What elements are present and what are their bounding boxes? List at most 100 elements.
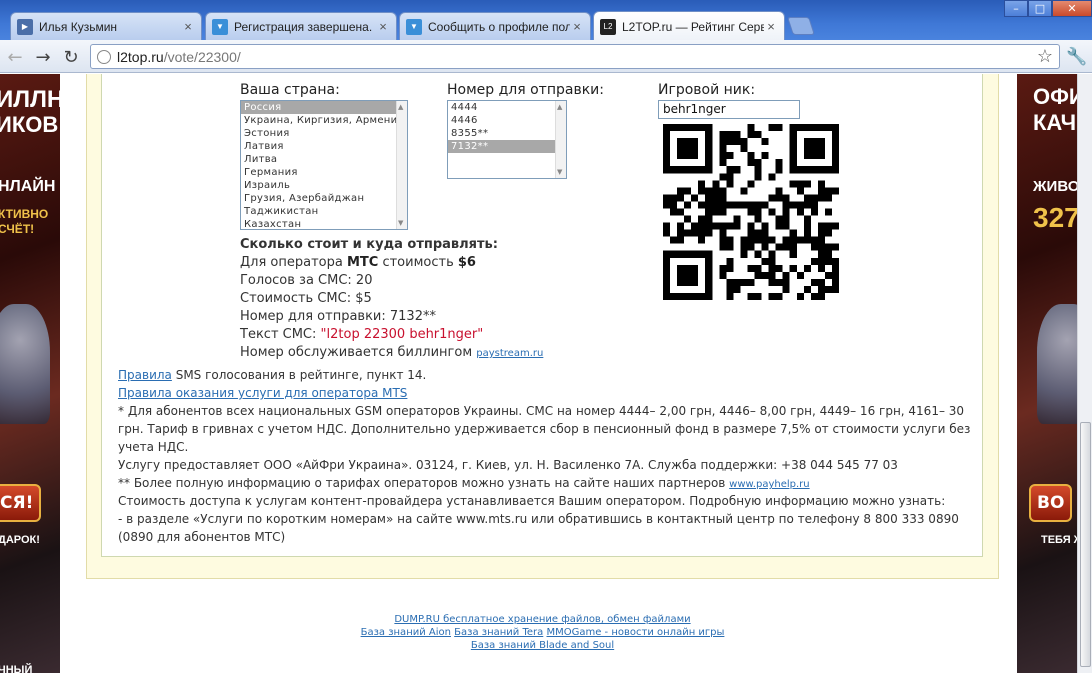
- back-button[interactable]: ←: [4, 46, 26, 68]
- tab-close-icon[interactable]: ×: [764, 19, 778, 34]
- zendesk-favicon-icon: ▼: [212, 18, 228, 35]
- country-option[interactable]: Литва: [241, 153, 407, 166]
- country-listbox[interactable]: Россия Украина, Киргизия, Армения Эстония Л…: [240, 100, 408, 230]
- ad-banner-right[interactable]: ОФИ КАЧ ЖИВО 327 ВО ТЕБЯ Ж: [1017, 74, 1077, 673]
- qr-module: [803, 215, 811, 223]
- forward-button[interactable]: →: [32, 46, 54, 68]
- qr-module: [663, 292, 671, 300]
- tab-vk-profile[interactable]: ▶ Илья Кузьмин ×: [10, 12, 202, 40]
- qr-module: [719, 145, 727, 153]
- wrench-menu-icon[interactable]: 🔧: [1066, 47, 1087, 67]
- banner-text: ИЛЛН: [0, 86, 60, 113]
- listbox-scrollbar[interactable]: ▲ ▼: [555, 101, 566, 178]
- mmogame-link[interactable]: MMOGame - новости онлайн игры: [546, 627, 724, 638]
- qr-module: [796, 124, 804, 132]
- window-maximize-button[interactable]: □: [1028, 0, 1052, 17]
- window-close-button[interactable]: ✕: [1052, 0, 1092, 17]
- globe-icon: [97, 49, 111, 64]
- qr-module: [747, 208, 755, 216]
- qr-module: [677, 250, 685, 258]
- listbox-scrollbar[interactable]: ▲ ▼: [396, 101, 407, 229]
- new-tab-button[interactable]: [787, 17, 815, 35]
- bns-link[interactable]: База знаний Blade and Soul: [471, 640, 614, 651]
- tab-l2top[interactable]: L2 L2TOP.ru — Рейтинг Серверо ×: [593, 11, 785, 41]
- qr-module: [754, 229, 762, 237]
- qr-module: [754, 208, 762, 216]
- mts-note-text: - в разделе «Услуги по коротким номерам»…: [118, 512, 959, 544]
- qr-module: [817, 138, 825, 146]
- number-label: Номер для отправки:: [447, 82, 604, 98]
- ad-banner-left[interactable]: ИЛЛН ИКОВ! НЛАЙН КТИВНО СЧЁТ! СЯ! ДАРОК!…: [0, 74, 60, 673]
- qr-module: [691, 292, 699, 300]
- banner-button[interactable]: СЯ!: [0, 484, 42, 522]
- qr-module: [670, 194, 678, 202]
- paystream-link[interactable]: paystream.ru: [476, 348, 543, 359]
- scroll-up-icon[interactable]: ▲: [557, 103, 562, 111]
- country-option[interactable]: Грузия, Азербайджан: [241, 192, 407, 205]
- scroll-down-icon[interactable]: ▼: [557, 168, 562, 176]
- qr-module: [684, 278, 692, 286]
- qr-module: [754, 292, 762, 300]
- number-option[interactable]: 4446: [448, 114, 566, 127]
- qr-module: [726, 222, 734, 230]
- dump-link[interactable]: DUMP.RU бесплатное хранение файлов, обме…: [394, 614, 690, 625]
- qr-module: [698, 180, 706, 188]
- scroll-down-icon[interactable]: ▼: [398, 219, 403, 227]
- number-option[interactable]: 8355**: [448, 127, 566, 140]
- page-scrollbar[interactable]: [1077, 74, 1092, 673]
- nick-input[interactable]: behr1nger: [658, 100, 800, 119]
- tab-report-profile[interactable]: ▼ Сообщить о профиле пользо ×: [399, 12, 591, 40]
- scroll-up-icon[interactable]: ▲: [398, 103, 403, 111]
- rules-link[interactable]: Правила: [118, 368, 172, 382]
- qr-module: [754, 271, 762, 279]
- qr-module: [684, 152, 692, 160]
- banner-button[interactable]: ВО: [1029, 484, 1073, 522]
- banner-text: КТИВНО: [0, 207, 49, 221]
- country-option[interactable]: Россия: [241, 101, 407, 114]
- tab-close-icon[interactable]: ×: [376, 19, 390, 34]
- tab-close-icon[interactable]: ×: [181, 19, 195, 34]
- country-option[interactable]: Израиль: [241, 179, 407, 192]
- qr-module: [747, 201, 755, 209]
- tera-link[interactable]: База знаний Tera: [454, 627, 543, 638]
- bookmark-star-icon[interactable]: ☆: [1037, 46, 1053, 67]
- country-option[interactable]: Латвия: [241, 140, 407, 153]
- country-option[interactable]: Таджикистан: [241, 205, 407, 218]
- number-option[interactable]: 7132**: [448, 140, 566, 153]
- aion-link[interactable]: База знаний Aion: [361, 627, 451, 638]
- qr-module: [719, 131, 727, 139]
- address-bar[interactable]: l2top.ru/vote/22300/ ☆: [90, 44, 1060, 69]
- cost-heading: Сколько стоит и куда отправлять:: [240, 237, 498, 252]
- country-option[interactable]: Казахстан: [241, 218, 407, 229]
- qr-module: [810, 194, 818, 202]
- country-option[interactable]: Украина, Киргизия, Армения: [241, 114, 407, 127]
- qr-module: [726, 236, 734, 244]
- operator-cost-line: Для оператора МТС стоимость $6: [240, 255, 476, 270]
- qr-module: [761, 138, 769, 146]
- qr-module: [670, 236, 678, 244]
- scrollbar-thumb[interactable]: [1080, 422, 1091, 667]
- qr-module: [817, 124, 825, 132]
- qr-module: [831, 187, 839, 195]
- qr-module: [691, 271, 699, 279]
- reload-button[interactable]: ↻: [60, 46, 82, 68]
- qr-module: [740, 145, 748, 153]
- number-listbox[interactable]: 4444 4446 8355** 7132** ▲ ▼: [447, 100, 567, 179]
- qr-module: [824, 229, 832, 237]
- country-option[interactable]: Германия: [241, 166, 407, 179]
- number-option[interactable]: 4444: [448, 101, 566, 114]
- country-option[interactable]: Эстония: [241, 127, 407, 140]
- qr-module: [817, 243, 825, 251]
- tab-registration[interactable]: ▼ Регистрация завершена. - Фо ×: [205, 12, 397, 40]
- qr-module: [803, 222, 811, 230]
- qr-module: [705, 222, 713, 230]
- qr-module: [705, 292, 713, 300]
- qr-module: [803, 180, 811, 188]
- mts-rules-link[interactable]: Правила оказания услуги для оператора MT…: [118, 386, 407, 400]
- qr-module: [705, 208, 713, 216]
- window-minimize-button[interactable]: –: [1004, 0, 1028, 17]
- payhelp-link[interactable]: www.payhelp.ru: [729, 479, 809, 490]
- qr-module: [733, 222, 741, 230]
- tab-close-icon[interactable]: ×: [570, 19, 584, 34]
- qr-module: [831, 152, 839, 160]
